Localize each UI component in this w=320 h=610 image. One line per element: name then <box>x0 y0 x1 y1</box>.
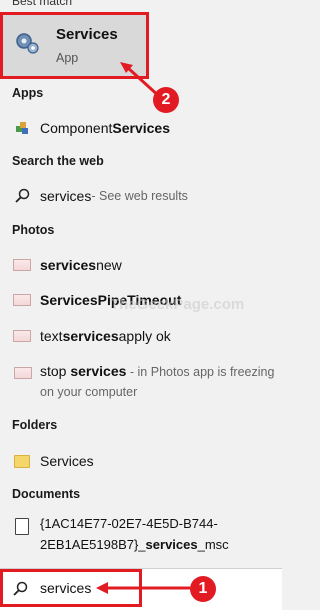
arrow-one-head <box>96 582 108 594</box>
watermark-text: TheGeekPage.com <box>110 296 245 313</box>
callout-badge-one: 1 <box>190 576 216 602</box>
callout-badge-two: 2 <box>153 87 179 113</box>
